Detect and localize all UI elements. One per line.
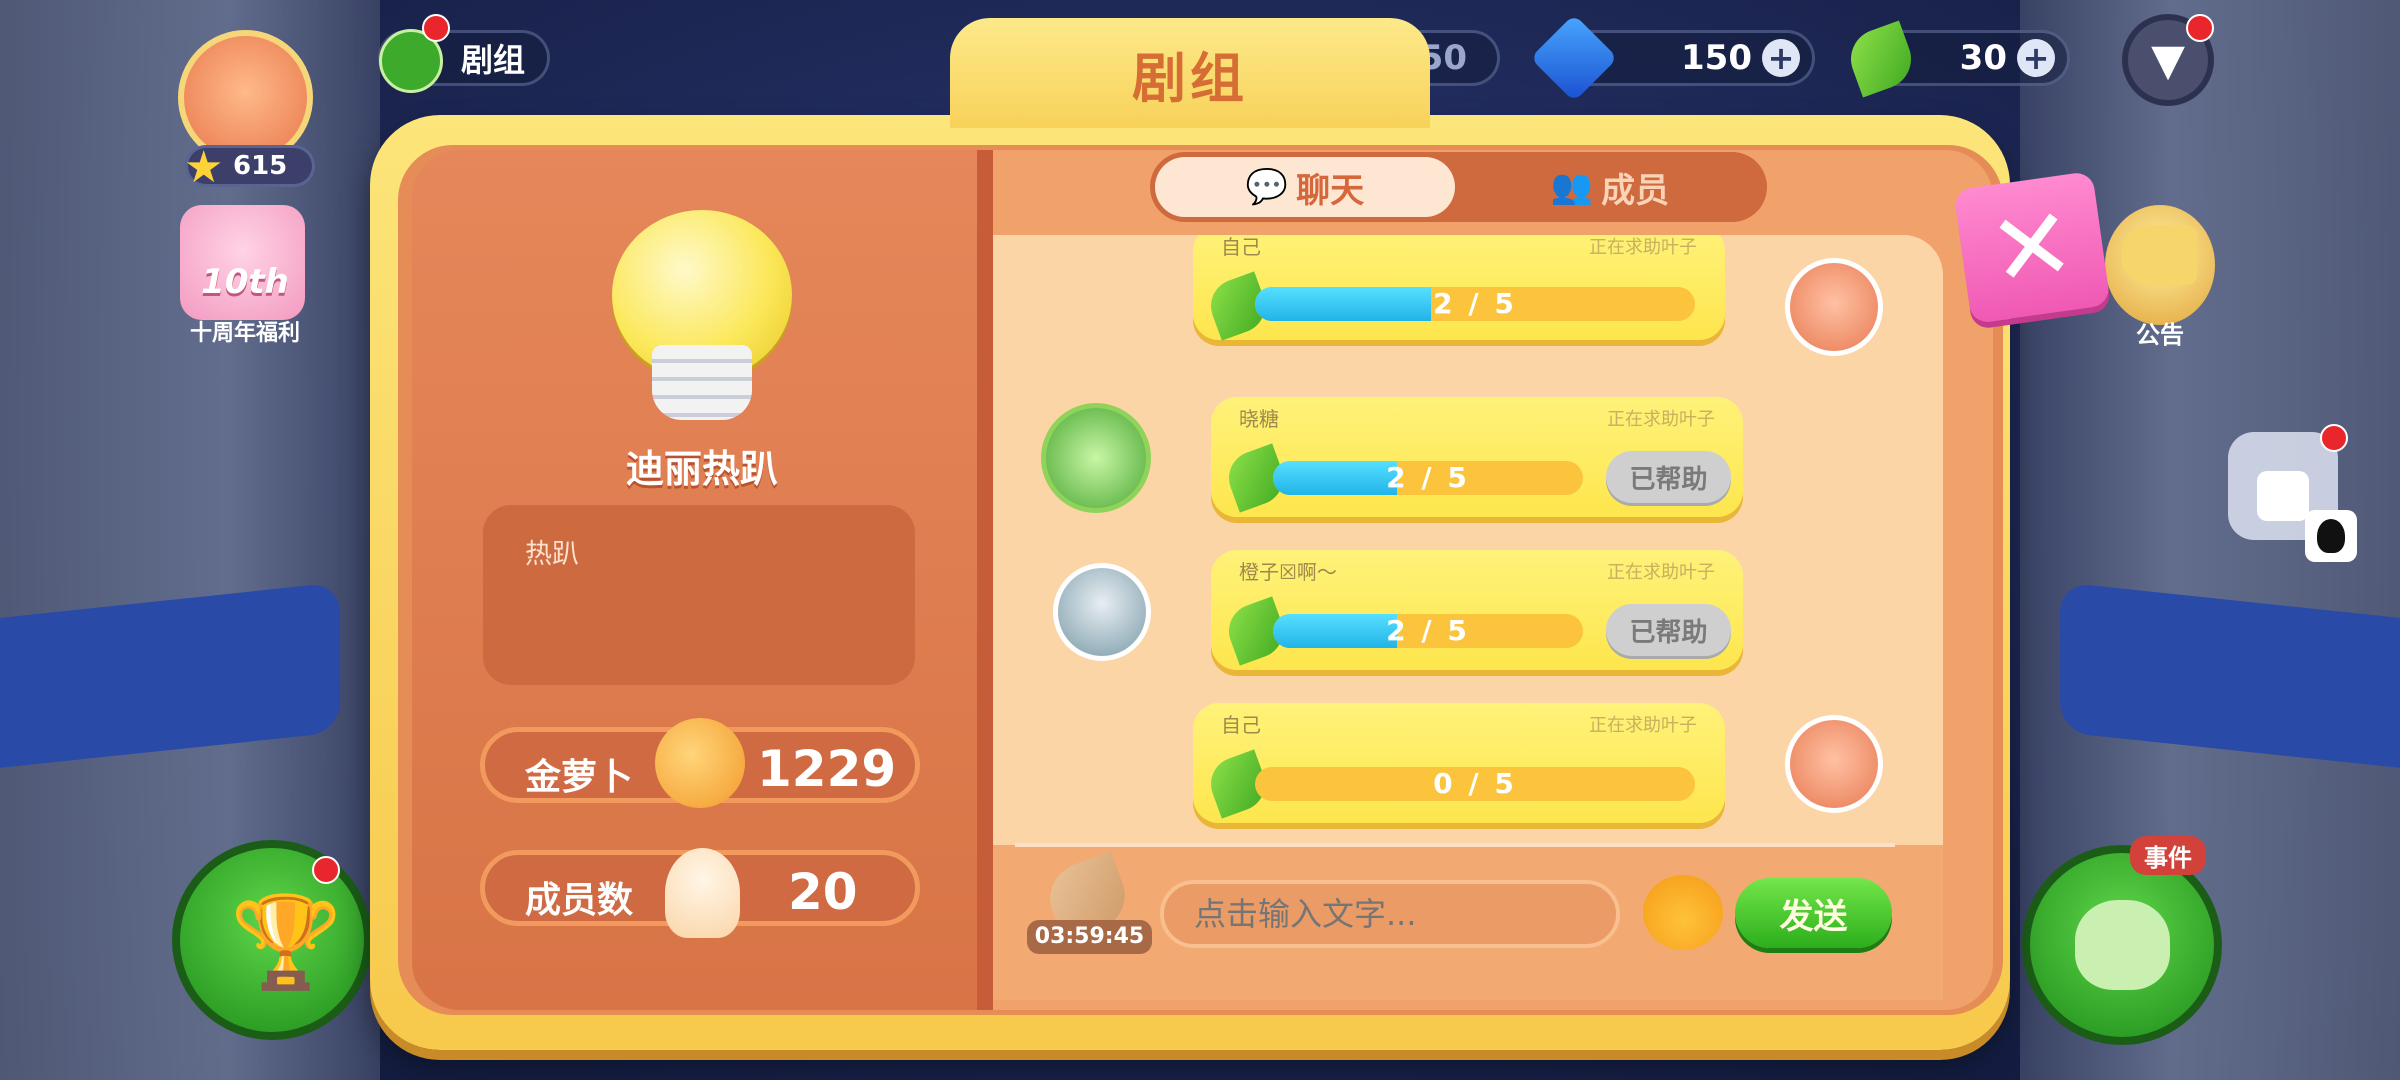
tab-members-label: 成员 xyxy=(1601,170,1670,211)
progress-text: 2 / 5 xyxy=(1433,287,1517,320)
chat-message: 自己 正在求助叶子 0 / 5 xyxy=(1193,703,1725,823)
group-description: 热趴 xyxy=(525,539,579,570)
progress-text: 2 / 5 xyxy=(1386,614,1470,647)
member-person-icon xyxy=(665,848,740,938)
close-icon: ✕ xyxy=(1982,183,2082,312)
lock-icon xyxy=(2257,471,2309,521)
trophy-icon: 🏆 xyxy=(230,890,343,995)
megaphone-icon xyxy=(2122,225,2197,285)
chat-status: 正在求助叶子 xyxy=(1607,409,1715,430)
add-gems-button[interactable]: + xyxy=(1762,39,1800,77)
progress-text: 2 / 5 xyxy=(1386,461,1470,494)
player-star-pill: ★ 615 xyxy=(184,142,315,193)
chat-message: 橙子☒啊～ 正在求助叶子 2 / 5 已帮助 xyxy=(1211,550,1743,670)
chat-sender-name: 自己 xyxy=(1221,713,1261,737)
gold-carrot-value: 1229 xyxy=(757,740,897,798)
lock-notification-dot xyxy=(2320,424,2348,452)
event-badge: 事件 xyxy=(2130,836,2206,875)
player-stars-value: 615 xyxy=(233,151,288,181)
chat-input[interactable] xyxy=(1160,880,1620,948)
anniversary-label: 十周年福利 xyxy=(189,321,300,346)
chat-input-separator xyxy=(1015,843,1895,847)
chat-avatar-xiaotang[interactable] xyxy=(1041,403,1151,513)
tab-chat[interactable]: 💬 聊天 xyxy=(1155,157,1455,217)
gem-pill[interactable]: 150 + xyxy=(1530,14,1815,102)
progress-bar: 2 / 5 xyxy=(1255,287,1695,321)
group-button[interactable]: 剧组 xyxy=(378,29,550,93)
emoji-owl-button[interactable] xyxy=(1643,875,1723,950)
chat-sender-name: 自己 xyxy=(1221,235,1261,259)
chat-avatar-self[interactable] xyxy=(1785,715,1883,813)
progress-bar: 2 / 5 xyxy=(1273,461,1583,495)
member-count-label: 成员数 xyxy=(525,880,634,921)
chat-message: 自己 正在求助叶子 2 / 5 xyxy=(1193,235,1725,341)
announcement-label: 公告 xyxy=(2136,321,2184,349)
gem-value: 150 xyxy=(1681,38,1752,78)
progress-text: 0 / 5 xyxy=(1433,767,1517,800)
send-button[interactable]: 发送 xyxy=(1735,878,1892,948)
rabbit-icon xyxy=(2075,900,2170,990)
pane-divider xyxy=(977,150,993,1010)
chevron-down-icon: ▼ xyxy=(2151,34,2185,86)
gold-carrot-icon xyxy=(655,718,745,808)
anniversary-badge: 10th xyxy=(201,262,289,302)
chat-status: 正在求助叶子 xyxy=(1607,562,1715,583)
progress-bar: 0 / 5 xyxy=(1255,767,1695,801)
tab-chat-label: 聊天 xyxy=(1296,170,1365,211)
lightbulb-base xyxy=(652,345,752,420)
chat-sender-name: 橙子☒啊～ xyxy=(1239,560,1337,584)
chat-status: 正在求助叶子 xyxy=(1589,715,1697,736)
chat-bubble-icon: 💬 xyxy=(1245,167,1289,207)
leaf-request-timer: 03:59:45 xyxy=(1027,920,1152,954)
members-icon: 👥 xyxy=(1550,167,1594,207)
chat-status: 正在求助叶子 xyxy=(1589,237,1697,258)
leaf-pill[interactable]: 30 + xyxy=(1842,20,2070,98)
add-leaves-button[interactable]: + xyxy=(2017,39,2055,77)
member-count-value: 20 xyxy=(788,863,858,921)
helped-button[interactable]: 已帮助 xyxy=(1606,451,1731,503)
leaf-icon xyxy=(1842,20,1920,98)
chat-message: 晓糖 正在求助叶子 2 / 5 已帮助 xyxy=(1211,397,1743,517)
gold-carrot-label: 金萝卜 xyxy=(525,757,634,798)
helped-button[interactable]: 已帮助 xyxy=(1606,604,1731,656)
modal-title: 剧组 xyxy=(950,18,1430,128)
group-button-label: 剧组 xyxy=(461,41,526,79)
group-name: 迪丽热趴 xyxy=(625,447,778,491)
close-button[interactable]: ✕ xyxy=(1953,170,2111,325)
leaf-value: 30 xyxy=(1959,38,2007,78)
chat-avatar-self[interactable] xyxy=(1785,258,1883,356)
star-icon: ★ xyxy=(184,142,224,193)
chat-avatar-chengzi[interactable] xyxy=(1053,563,1151,661)
tab-members[interactable]: 👥 成员 xyxy=(1460,157,1760,217)
chat-sender-name: 晓糖 xyxy=(1239,407,1279,431)
chat-list[interactable]: 自己 正在求助叶子 2 / 5 晓糖 正在求助叶子 2 / 5 已帮助 橙子☒啊… xyxy=(993,235,1943,845)
group-notification-dot xyxy=(422,14,450,42)
menu-notification-dot xyxy=(2186,14,2214,42)
trophy-notification-dot xyxy=(312,856,340,884)
progress-bar: 2 / 5 xyxy=(1273,614,1583,648)
qq-penguin-icon[interactable] xyxy=(2305,510,2357,562)
gem-icon xyxy=(1530,14,1618,102)
